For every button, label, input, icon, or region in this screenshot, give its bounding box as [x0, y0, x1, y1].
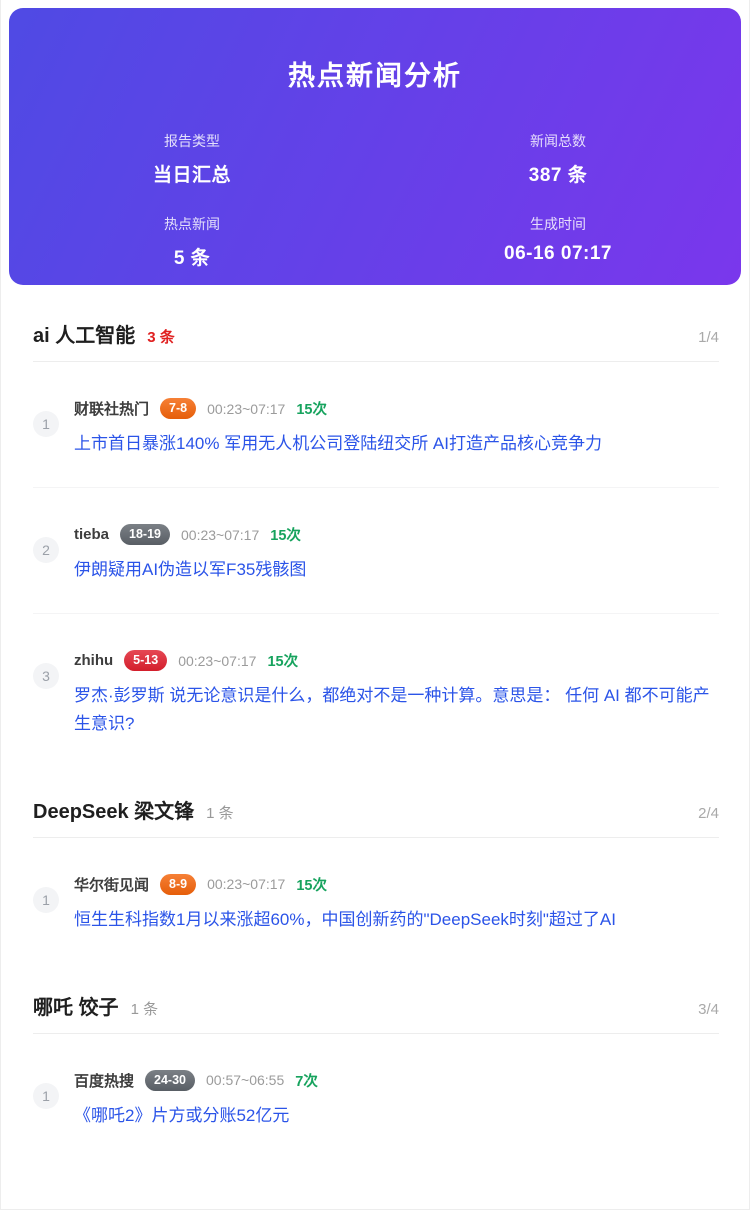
- item-meta-row: zhihu 5-13 00:23~07:17 15次: [74, 650, 719, 671]
- headline-link[interactable]: 《哪吒2》片方或分账52亿元: [74, 1102, 719, 1129]
- page-title: 热点新闻分析: [9, 8, 741, 93]
- rank-badge: 7-8: [160, 398, 196, 419]
- headline-link[interactable]: 伊朗疑用AI伪造以军F35残骸图: [74, 556, 719, 583]
- item-index-badge: 1: [33, 887, 59, 913]
- stat-generated-time: 生成时间 06-16 07:17: [504, 214, 612, 270]
- rank-badge: 18-19: [120, 524, 170, 545]
- time-range: 00:23~07:17: [181, 527, 259, 543]
- item-index-badge: 2: [33, 537, 59, 563]
- stat-news-total: 新闻总数 387 条: [529, 131, 587, 187]
- item-body: 财联社热门 7-8 00:23~07:17 15次 上市首日暴涨140% 军用无…: [74, 398, 719, 457]
- section-title: DeepSeek 梁文锋: [33, 795, 194, 824]
- frequency-count: 15次: [296, 874, 327, 895]
- frequency-count: 15次: [296, 398, 327, 419]
- item-meta-row: 财联社热门 7-8 00:23~07:17 15次: [74, 398, 719, 419]
- source-name: zhihu: [74, 652, 113, 669]
- news-list: 1 华尔街见闻 8-9 00:23~07:17 15次 恒生生科指数1月以来涨超…: [33, 838, 719, 933]
- frequency-count: 15次: [270, 524, 301, 545]
- item-body: zhihu 5-13 00:23~07:17 15次 罗杰·彭罗斯 说无论意识是…: [74, 650, 719, 736]
- stat-label: 生成时间: [504, 214, 612, 234]
- rank-badge: 5-13: [124, 650, 167, 671]
- headline-link[interactable]: 上市首日暴涨140% 军用无人机公司登陆纽交所 AI打造产品核心竞争力: [74, 430, 719, 457]
- frequency-count: 15次: [267, 650, 298, 671]
- news-item: 1 华尔街见闻 8-9 00:23~07:17 15次 恒生生科指数1月以来涨超…: [33, 838, 719, 933]
- source-name: 华尔街见闻: [74, 874, 149, 895]
- stat-label: 报告类型: [153, 131, 231, 151]
- time-range: 00:23~07:17: [178, 653, 256, 669]
- topic-section: 哪吒 饺子 1 条 3/4 1 百度热搜 24-30 00:57~06:55 7…: [33, 991, 719, 1129]
- item-index-badge: 1: [33, 411, 59, 437]
- stat-value: 387 条: [529, 160, 587, 187]
- item-body: tieba 18-19 00:23~07:17 15次 伊朗疑用AI伪造以军F3…: [74, 524, 719, 583]
- sections-container: ai 人工智能 3 条 1/4 1 财联社热门 7-8 00:23~07:17 …: [1, 319, 749, 1169]
- section-header: DeepSeek 梁文锋 1 条 2/4: [33, 795, 719, 824]
- source-name: 百度热搜: [74, 1070, 134, 1091]
- rank-badge: 8-9: [160, 874, 196, 895]
- item-meta-row: 华尔街见闻 8-9 00:23~07:17 15次: [74, 874, 719, 895]
- time-range: 00:23~07:17: [207, 401, 285, 417]
- section-count-badge: 3 条: [147, 326, 175, 347]
- section-count-badge: 1 条: [206, 802, 234, 823]
- stat-value: 5 条: [164, 243, 220, 270]
- stat-hot-news: 热点新闻 5 条: [164, 214, 220, 270]
- item-index-badge: 1: [33, 1083, 59, 1109]
- section-title: ai 人工智能: [33, 319, 135, 348]
- rank-badge: 24-30: [145, 1070, 195, 1091]
- source-name: tieba: [74, 526, 109, 543]
- item-body: 华尔街见闻 8-9 00:23~07:17 15次 恒生生科指数1月以来涨超60…: [74, 874, 719, 933]
- news-list: 1 财联社热门 7-8 00:23~07:17 15次 上市首日暴涨140% 军…: [33, 362, 719, 737]
- section-header: 哪吒 饺子 1 条 3/4: [33, 991, 719, 1020]
- section-title: 哪吒 饺子: [33, 991, 119, 1020]
- news-item: 1 财联社热门 7-8 00:23~07:17 15次 上市首日暴涨140% 军…: [33, 362, 719, 457]
- stats-grid: 报告类型 当日汇总 新闻总数 387 条 热点新闻 5 条 生成时间 06-16…: [9, 131, 741, 270]
- time-range: 00:23~07:17: [207, 876, 285, 892]
- news-item: 2 tieba 18-19 00:23~07:17 15次 伊朗疑用AI伪造以军…: [33, 487, 719, 583]
- item-meta-row: 百度热搜 24-30 00:57~06:55 7次: [74, 1070, 719, 1091]
- source-name: 财联社热门: [74, 398, 149, 419]
- news-item: 3 zhihu 5-13 00:23~07:17 15次 罗杰·彭罗斯 说无论意…: [33, 613, 719, 736]
- section-page-indicator: 3/4: [698, 1001, 719, 1018]
- stat-label: 热点新闻: [164, 214, 220, 234]
- section-page-indicator: 1/4: [698, 329, 719, 346]
- frequency-count: 7次: [295, 1070, 318, 1091]
- headline-link[interactable]: 恒生生科指数1月以来涨超60%，中国创新药的"DeepSeek时刻"超过了AI: [74, 906, 719, 933]
- report-header-card: 热点新闻分析 报告类型 当日汇总 新闻总数 387 条 热点新闻 5 条 生成时…: [9, 8, 741, 285]
- section-header: ai 人工智能 3 条 1/4: [33, 319, 719, 348]
- stat-value: 06-16 07:17: [504, 243, 612, 265]
- item-index-badge: 3: [33, 663, 59, 689]
- section-count-badge: 1 条: [131, 998, 159, 1019]
- item-meta-row: tieba 18-19 00:23~07:17 15次: [74, 524, 719, 545]
- topic-section: ai 人工智能 3 条 1/4 1 财联社热门 7-8 00:23~07:17 …: [33, 319, 719, 737]
- item-body: 百度热搜 24-30 00:57~06:55 7次 《哪吒2》片方或分账52亿元: [74, 1070, 719, 1129]
- headline-link[interactable]: 罗杰·彭罗斯 说无论意识是什么，都绝对不是一种计算。意思是： 任何 AI 都不可…: [74, 682, 719, 736]
- stat-report-type: 报告类型 当日汇总: [153, 131, 231, 187]
- stat-value: 当日汇总: [153, 160, 231, 187]
- topic-section: DeepSeek 梁文锋 1 条 2/4 1 华尔街见闻 8-9 00:23~0…: [33, 795, 719, 933]
- section-page-indicator: 2/4: [698, 805, 719, 822]
- stat-label: 新闻总数: [529, 131, 587, 151]
- report-page: 热点新闻分析 报告类型 当日汇总 新闻总数 387 条 热点新闻 5 条 生成时…: [0, 0, 750, 1210]
- news-list: 1 百度热搜 24-30 00:57~06:55 7次 《哪吒2》片方或分账52…: [33, 1034, 719, 1129]
- time-range: 00:57~06:55: [206, 1072, 284, 1088]
- news-item: 1 百度热搜 24-30 00:57~06:55 7次 《哪吒2》片方或分账52…: [33, 1034, 719, 1129]
